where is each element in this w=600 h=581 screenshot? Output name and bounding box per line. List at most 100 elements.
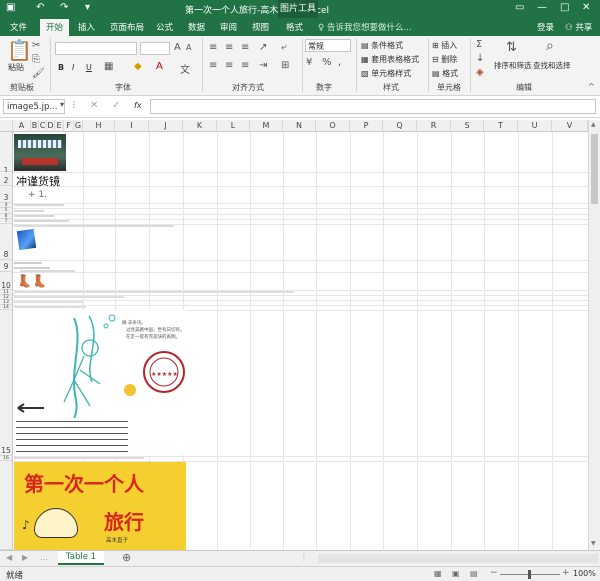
column-header[interactable]: T [484,120,518,132]
close-icon[interactable]: ✕ [582,2,590,13]
column-header[interactable]: V [552,120,588,132]
worksheet-grid[interactable]: A B C D E F G H I J K L M N O P Q R S T … [0,120,588,550]
column-header[interactable]: K [183,120,217,132]
save-icon[interactable]: ▣ [6,2,15,13]
column-header[interactable]: H [83,120,115,132]
percent-icon[interactable]: % [322,57,332,68]
column-header[interactable]: B [31,120,39,132]
more-sheets-icon[interactable]: … [40,553,48,562]
underline-button[interactable]: U [86,63,92,72]
page-layout-view-icon[interactable]: ▣ [452,569,460,578]
cancel-icon[interactable]: ✕ [90,100,98,111]
scroll-up-icon[interactable]: ▲ [591,121,596,128]
horizontal-scrollbar[interactable] [318,554,598,563]
align-center-icon[interactable]: ≡ [225,60,233,71]
column-header[interactable]: A [13,120,31,132]
tell-me-search[interactable]: ♀ 告诉我您想要做什么... [318,21,412,33]
italic-button[interactable]: I [72,63,74,72]
row-header[interactable]: 9 [0,260,13,272]
maximize-icon[interactable]: □ [560,2,569,13]
name-box-dropdown-icon[interactable]: ▾ [60,100,64,109]
borders-icon[interactable]: ▦ [104,61,113,72]
align-middle-icon[interactable]: ≡ [225,42,233,53]
tab-review[interactable]: 审阅 [220,21,237,33]
column-header[interactable]: E [55,120,64,132]
wrap-text-icon[interactable]: ⤶ [281,42,287,53]
login-link[interactable]: 登录 [537,21,554,33]
autosum-icon[interactable]: Σ [476,39,482,50]
row-header[interactable] [0,461,13,550]
cut-icon[interactable]: ✂ [32,40,40,51]
row-header[interactable]: 8 [0,224,13,260]
delete-cells-button[interactable]: ⊟ 删除 [432,54,457,65]
find-select-button[interactable]: 查找和选择 [533,60,571,71]
conditional-formatting-button[interactable]: ▤ 条件格式 [361,40,403,51]
redo-icon[interactable]: ↷ [60,2,68,13]
insert-cells-button[interactable]: ⊞ 插入 [432,40,457,51]
phonetic-icon[interactable]: 文 [180,61,190,76]
orientation-icon[interactable]: ↗ [259,42,267,53]
bold-button[interactable]: B [58,63,64,72]
customize-quick-access-icon[interactable]: ▾ [85,2,90,13]
format-cells-button[interactable]: ▤ 格式 [432,68,458,79]
normal-view-icon[interactable]: ▦ [434,569,442,578]
column-header[interactable]: O [316,120,350,132]
column-header[interactable]: G [74,120,83,132]
indent-icon[interactable]: ⇥ [259,60,267,71]
tab-home[interactable]: 开始 [40,19,70,36]
sort-filter-button[interactable]: 排序和筛选 [494,60,532,71]
grow-font-icon[interactable]: A [174,42,181,53]
name-box[interactable]: image5.jp... [3,99,65,114]
clear-icon[interactable]: ◈ [476,67,484,78]
column-header[interactable]: J [149,120,183,132]
paste-icon[interactable]: 📋 [7,38,32,62]
scroll-thumb[interactable] [591,134,598,204]
copy-icon[interactable]: ⎘ [32,54,40,65]
font-color-icon[interactable]: A [156,61,163,72]
ribbon-display-icon[interactable]: ▭ [515,2,524,13]
align-right-icon[interactable]: ≡ [241,60,249,71]
column-header[interactable]: F [64,120,74,132]
zoom-out-icon[interactable]: − [490,568,498,578]
minimize-icon[interactable]: — [537,2,547,13]
font-size-combo[interactable] [140,42,170,55]
tab-insert[interactable]: 插入 [78,21,95,33]
boots-image[interactable]: 👢👢 [17,274,47,288]
tab-data[interactable]: 数据 [188,21,205,33]
tab-page-layout[interactable]: 页面布局 [110,21,144,33]
zoom-slider-thumb[interactable] [528,570,531,579]
photo-image[interactable] [14,134,66,171]
font-name-combo[interactable] [55,42,137,55]
prev-sheet-icon[interactable]: ◀ [6,553,12,562]
blue-book-image[interactable] [16,228,37,251]
next-sheet-icon[interactable]: ▶ [22,553,28,562]
tab-format[interactable]: 格式 [286,21,303,33]
vertical-scrollbar[interactable]: ▲ ▼ [588,120,600,550]
column-header[interactable]: S [451,120,484,132]
format-as-table-button[interactable]: ▦ 套用表格格式 [361,54,419,65]
align-bottom-icon[interactable]: ≡ [241,42,249,53]
accounting-format-icon[interactable]: ¥ [306,57,312,68]
select-all-corner[interactable] [0,120,13,132]
formula-input[interactable] [150,99,596,114]
fill-color-icon[interactable]: ◆ [134,61,142,72]
sheet-tab-table1[interactable]: Table 1 [58,551,104,565]
column-header[interactable]: D [47,120,55,132]
row-header[interactable]: 10 [0,272,13,290]
column-header[interactable]: I [115,120,149,132]
insert-function-button[interactable]: fx [134,101,142,110]
tab-formulas[interactable]: 公式 [156,21,173,33]
column-header[interactable]: P [350,120,383,132]
share-button[interactable]: ⚇ 共享 [565,21,592,33]
column-header[interactable]: C [39,120,47,132]
merge-center-icon[interactable]: ⊞ [281,60,289,71]
paste-button[interactable]: 粘贴 [8,62,24,73]
comma-style-icon[interactable]: , [338,57,341,68]
column-header[interactable]: R [417,120,451,132]
align-top-icon[interactable]: ≡ [209,42,217,53]
undo-icon[interactable]: ↶ [36,2,44,13]
scroll-down-icon[interactable]: ▼ [591,540,596,547]
sort-filter-icon[interactable]: ⇅ [506,40,517,55]
zoom-in-icon[interactable]: + [562,568,570,578]
align-left-icon[interactable]: ≡ [209,60,217,71]
